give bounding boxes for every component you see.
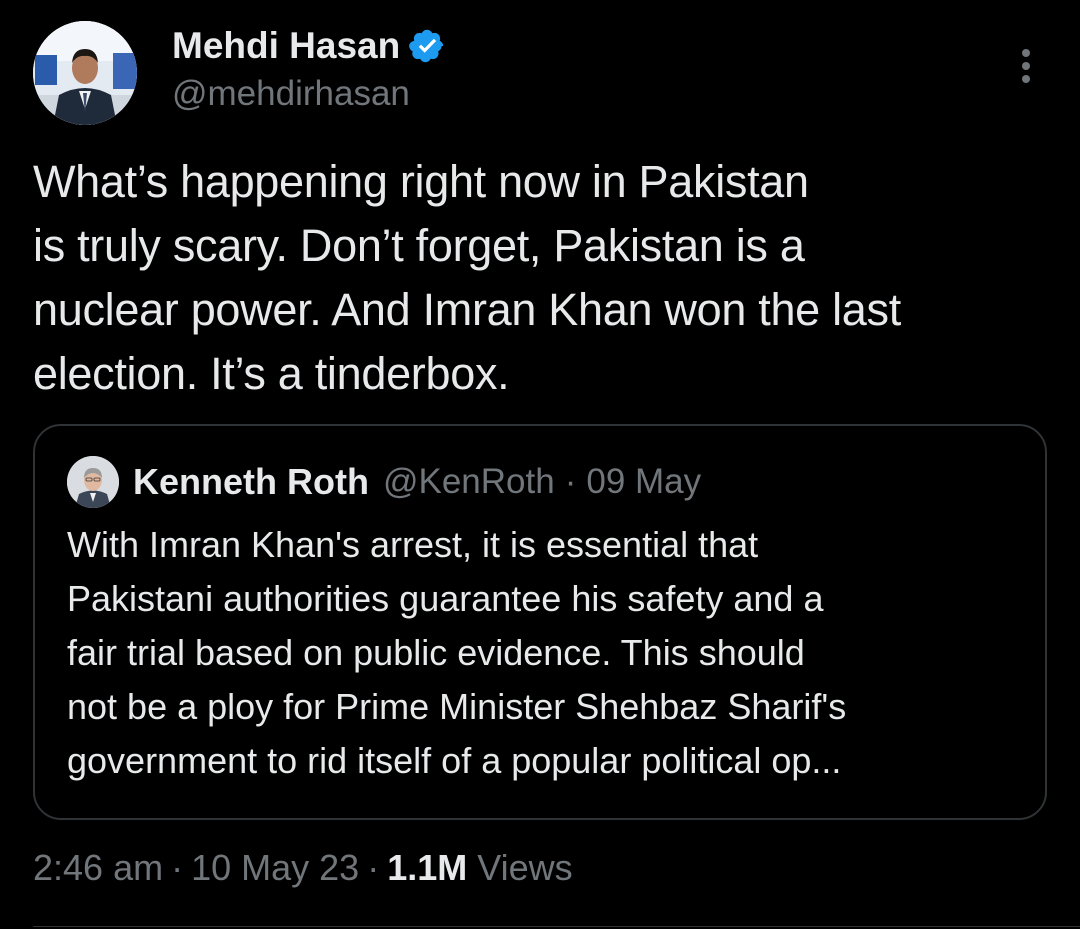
- quoted-text-line: fair trial based on public evidence. Thi…: [67, 632, 805, 673]
- more-options-button[interactable]: [1008, 44, 1044, 88]
- divider: [33, 926, 1080, 927]
- quoted-tweet-card[interactable]: Kenneth Roth @KenRoth · 09 May With Imra…: [33, 424, 1047, 820]
- avatar-photo: [67, 456, 119, 508]
- separator-dot: ·: [171, 847, 184, 888]
- tweet-text: What’s happening right now in Pakistan i…: [33, 150, 1063, 406]
- quoted-tweet-header: Kenneth Roth @KenRoth · 09 May: [67, 456, 701, 508]
- tweet-meta: 2:46 am · 10 May 23 · 1.1M Views: [33, 842, 573, 894]
- quoted-author-avatar[interactable]: [67, 456, 119, 508]
- author-name-row: Mehdi Hasan: [172, 22, 446, 70]
- quoted-text-line: not be a ploy for Prime Minister Shehbaz…: [67, 686, 847, 727]
- views-label: Views: [477, 847, 573, 888]
- tweet: Mehdi Hasan @mehdirhasan What’s happenin…: [0, 0, 1080, 929]
- tweet-time[interactable]: 2:46 am: [33, 847, 163, 889]
- separator-dot: ·: [564, 462, 577, 501]
- quoted-tweet-text: With Imran Khan's arrest, it is essentia…: [67, 518, 1027, 788]
- avatar-photo: [33, 21, 137, 125]
- quoted-text-line: With Imran Khan's arrest, it is essentia…: [67, 524, 759, 565]
- quoted-author-handle[interactable]: @KenRoth: [383, 462, 555, 502]
- author-name[interactable]: Mehdi Hasan: [172, 25, 400, 67]
- tweet-date[interactable]: 10 May 23: [191, 847, 359, 889]
- tweet-text-line: What’s happening right now in Pakistan: [33, 156, 809, 207]
- views-count[interactable]: 1.1M: [387, 847, 467, 889]
- verified-badge-icon: [408, 27, 446, 65]
- tweet-text-line: election. It’s a tinderbox.: [33, 348, 510, 399]
- quoted-text-line: Pakistani authorities guarantee his safe…: [67, 578, 824, 619]
- more-vertical-icon: [1022, 49, 1030, 83]
- quoted-text-line: government to rid itself of a popular po…: [67, 740, 842, 781]
- author-handle[interactable]: @mehdirhasan: [172, 74, 410, 114]
- tweet-text-line: nuclear power. And Imran Khan won the la…: [33, 284, 901, 335]
- author-avatar[interactable]: [33, 21, 137, 125]
- quoted-author-name[interactable]: Kenneth Roth: [133, 461, 369, 503]
- separator-dot: ·: [367, 847, 380, 888]
- quoted-tweet-date[interactable]: 09 May: [586, 462, 701, 502]
- tweet-text-line: is truly scary. Don’t forget, Pakistan i…: [33, 220, 805, 271]
